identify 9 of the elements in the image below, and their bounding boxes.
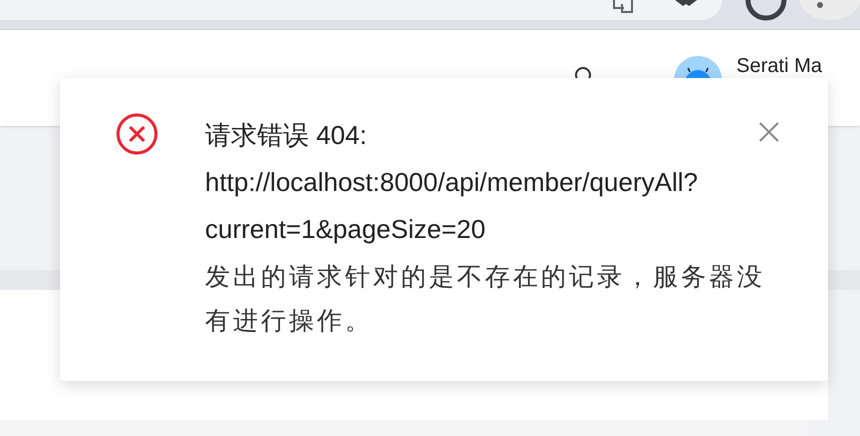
- menu-button[interactable]: [800, 0, 860, 20]
- star-icon[interactable]: [675, 0, 697, 8]
- screen-icon[interactable]: [612, 0, 634, 14]
- error-icon: [116, 113, 158, 155]
- profile-ring-icon[interactable]: [744, 0, 788, 22]
- notification-title: 请求错误 404: http://localhost:8000/api/member/queryAll?current=1&pageSize=20: [205, 119, 699, 246]
- close-button[interactable]: [758, 121, 780, 143]
- user-name: Serati Ma: [736, 56, 822, 76]
- notification-description: 发出的请求针对的是不存在的记录，服务器没有进行操作。: [205, 262, 766, 337]
